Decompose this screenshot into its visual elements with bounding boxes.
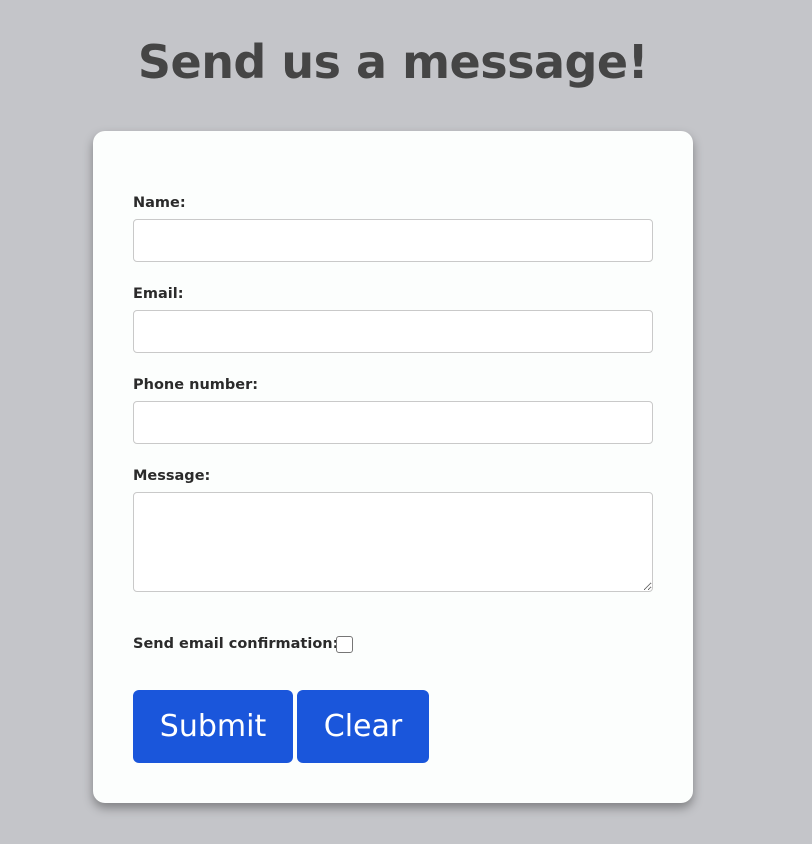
name-label: Name: — [133, 195, 186, 211]
submit-button[interactable]: Submit — [133, 690, 293, 763]
message-textarea[interactable] — [133, 492, 653, 592]
email-confirmation-label: Send email confirmation: — [133, 636, 339, 652]
clear-button[interactable]: Clear — [297, 690, 429, 763]
message-label: Message: — [133, 468, 211, 484]
phone-label: Phone number: — [133, 377, 259, 393]
email-label: Email: — [133, 286, 184, 302]
name-input[interactable] — [133, 219, 653, 262]
page-title: Send us a message! — [137, 35, 649, 89]
email-input[interactable] — [133, 310, 653, 353]
phone-input[interactable] — [133, 401, 653, 444]
contact-form: Name: Email: Phone number: Message: Send… — [93, 131, 693, 803]
email-confirmation-checkbox[interactable] — [336, 636, 353, 653]
